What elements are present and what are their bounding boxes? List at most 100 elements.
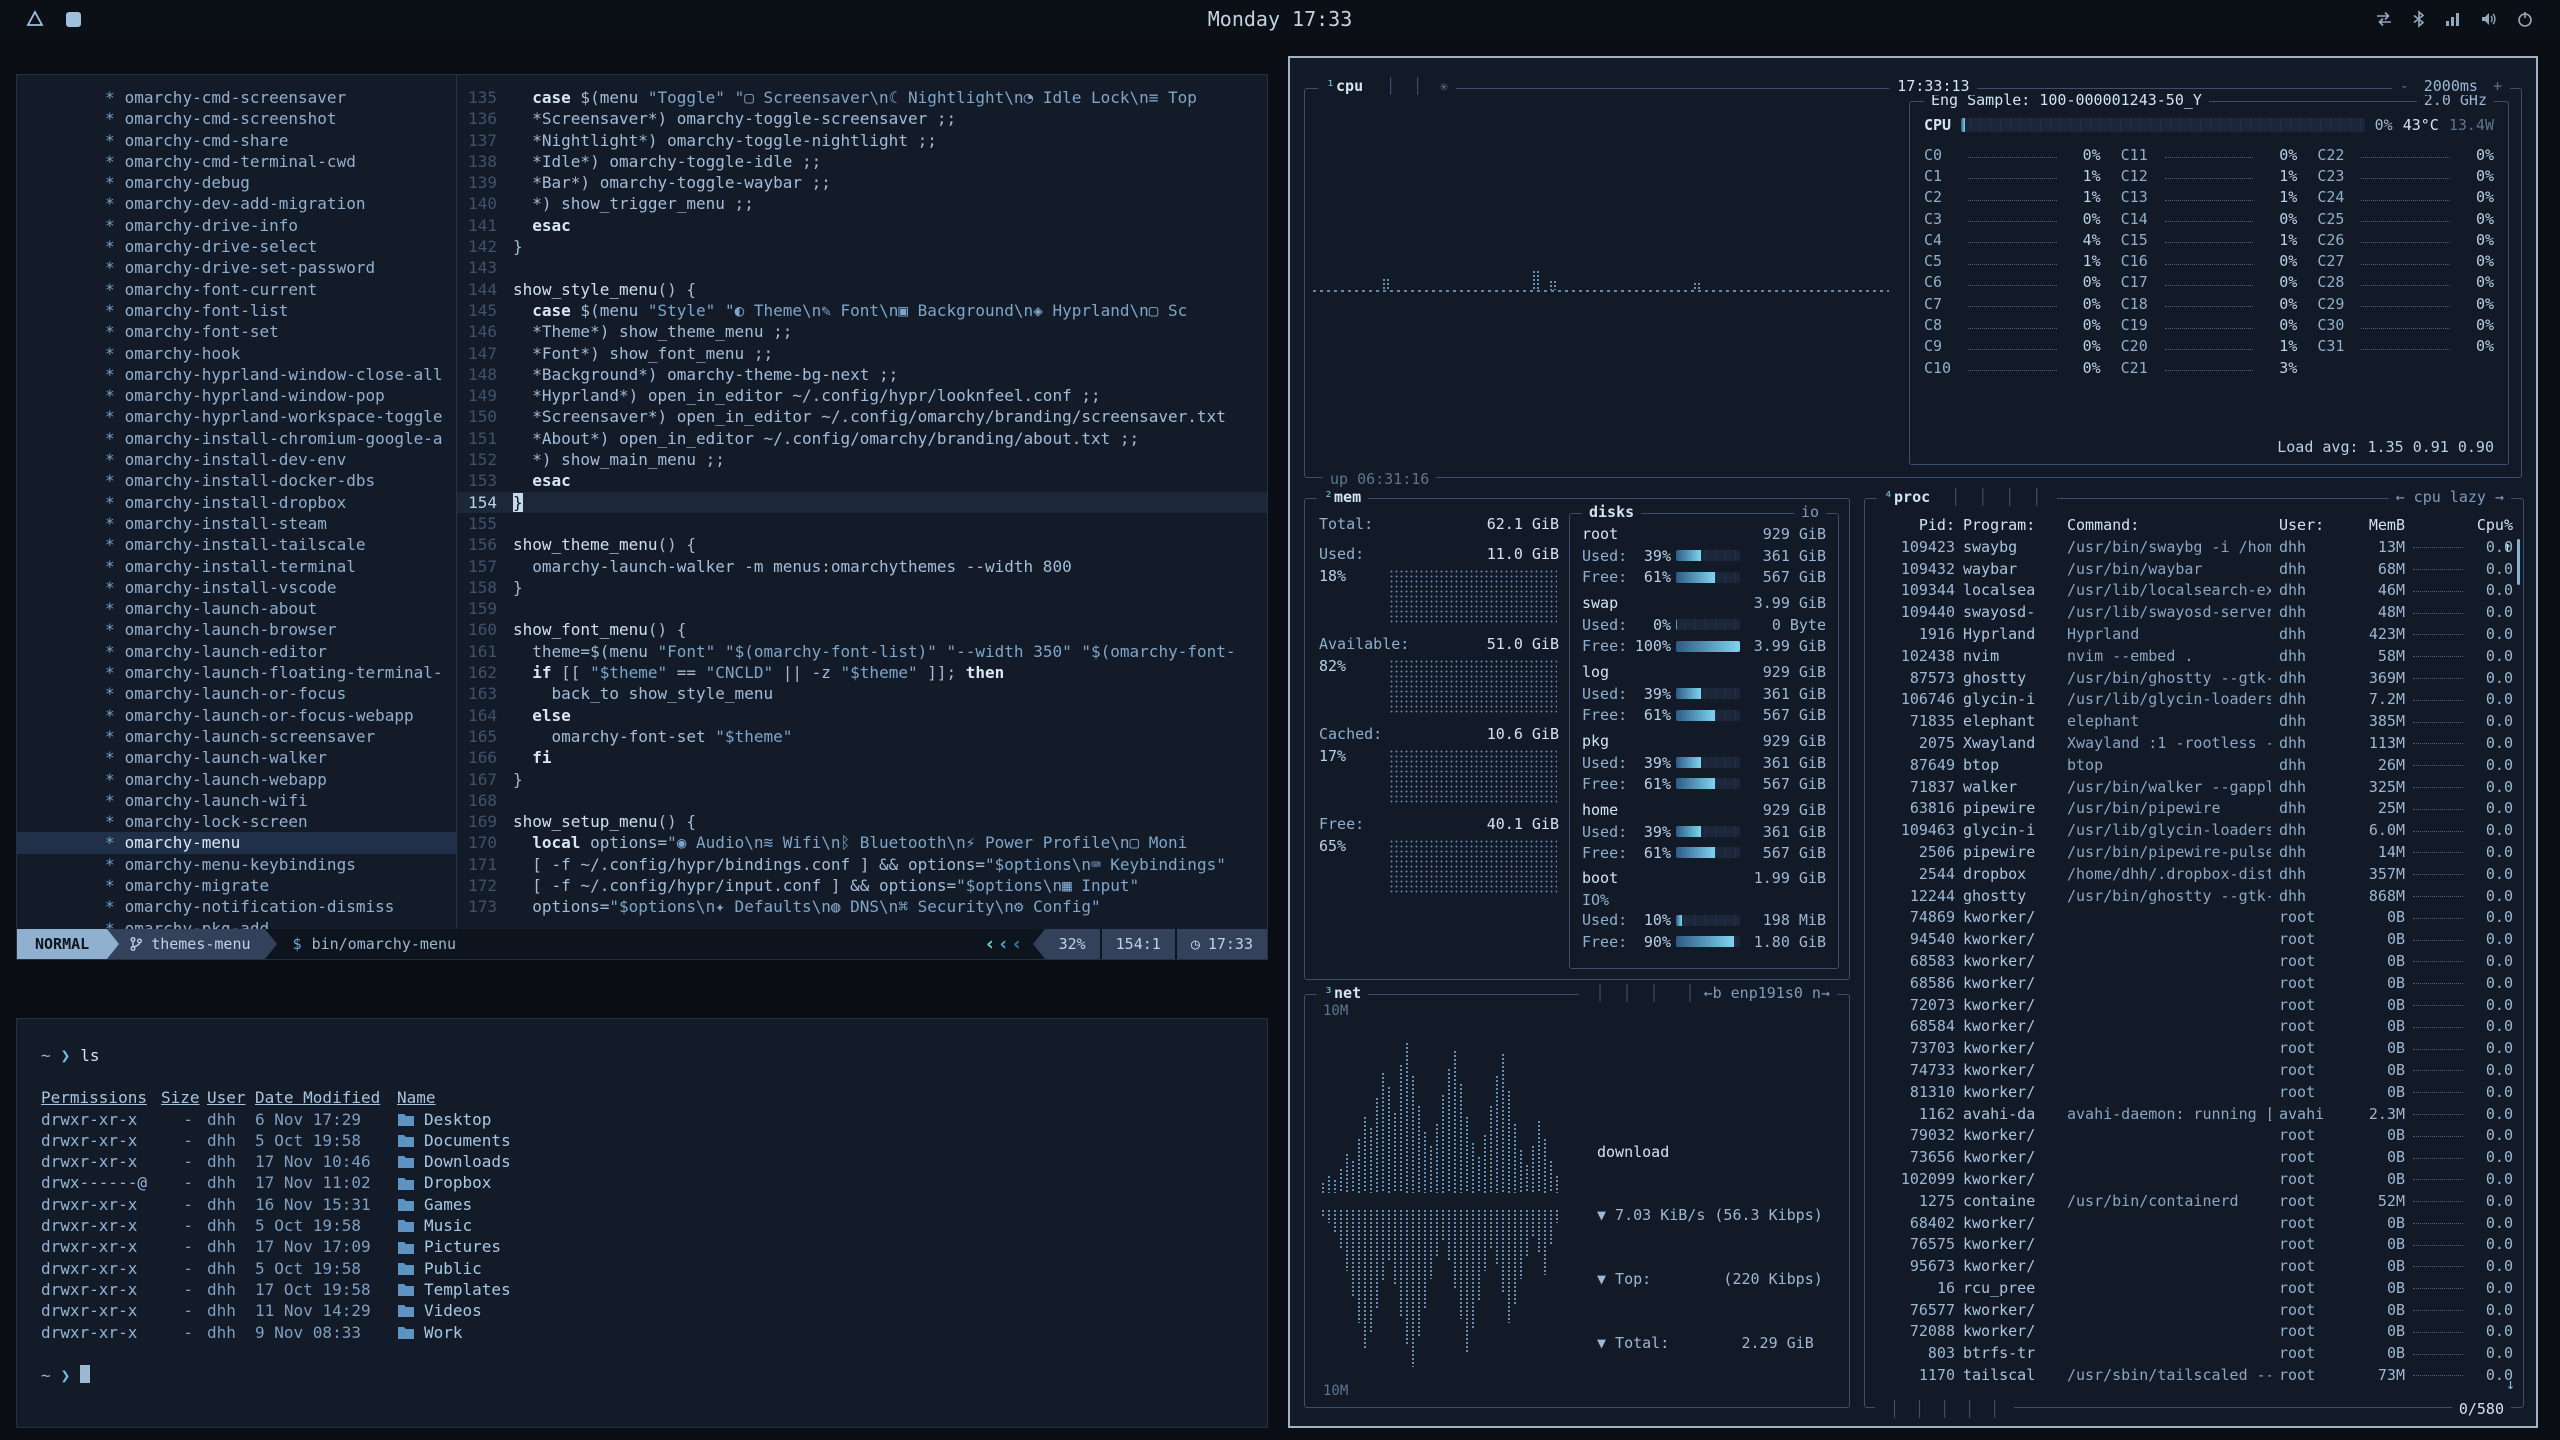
process-row[interactable]: 68402 kworker/ root 0B 0.0 [1877,1213,2513,1235]
net-interface-selector[interactable]: ←b enp191s0 n→ [1677,984,1830,1002]
network-bars-icon[interactable] [2444,10,2462,28]
file-item[interactable]: omarchy-cmd-terminal-cwd [17,151,456,172]
proc-scrollbar-thumb[interactable] [2517,539,2520,585]
process-row[interactable]: 68586 kworker/ root 0B 0.0 [1877,973,2513,995]
process-row[interactable]: 2075 Xwayland Xwayland :1 -rootless - dh… [1877,733,2513,755]
process-row[interactable]: 72088 kworker/ root 0B 0.0 [1877,1321,2513,1343]
proc-control-button[interactable] [1969,488,1996,506]
file-item[interactable]: omarchy-hyprland-workspace-toggle [17,406,456,427]
file-item[interactable]: omarchy-launch-editor [17,641,456,662]
disks-title[interactable]: disks [1582,503,1641,521]
process-row[interactable]: 1162 avahi-da avahi-daemon: running [ av… [1877,1104,2513,1126]
proc-sort-mode[interactable]: ← cpu lazy → [2389,488,2511,506]
process-row[interactable]: 109463 glycin-i /usr/lib/glycin-loaders … [1877,820,2513,842]
file-item[interactable]: omarchy-notification-dismiss [17,896,456,917]
proc-footer-key[interactable] [1982,1400,2007,1418]
process-row[interactable]: 81310 kworker/ root 0B 0.0 [1877,1082,2513,1104]
file-item[interactable]: omarchy-lock-screen [17,811,456,832]
file-item[interactable]: omarchy-cmd-screenshot [17,108,456,129]
process-row[interactable]: 74869 kworker/ root 0B 0.0 [1877,907,2513,929]
file-item[interactable]: omarchy-install-terminal [17,556,456,577]
power-icon[interactable] [2516,10,2534,28]
process-row[interactable]: 68583 kworker/ root 0B 0.0 [1877,951,2513,973]
process-row[interactable]: 106746 glycin-i /usr/lib/glycin-loaders … [1877,689,2513,711]
process-row[interactable]: 94540 kworker/ root 0B 0.0 [1877,929,2513,951]
file-item[interactable]: omarchy-launch-browser [17,619,456,640]
code-editor[interactable]: 135 case $(menu "Toggle" "▢ Screensaver\… [457,75,1267,929]
file-item[interactable]: omarchy-font-current [17,279,456,300]
file-item[interactable]: omarchy-hook [17,343,456,364]
proc-footer-key[interactable] [1907,1400,1932,1418]
process-row[interactable]: 102099 kworker/ root 0B 0.0 [1877,1169,2513,1191]
proc-footer-key[interactable] [1882,1400,1907,1418]
process-row[interactable]: 1916 Hyprland Hyprland dhh 423M 0.0 [1877,624,2513,646]
file-item[interactable]: omarchy-launch-screensaver [17,726,456,747]
file-item[interactable]: omarchy-launch-floating-terminal- [17,662,456,683]
file-item[interactable]: omarchy-launch-walker [17,747,456,768]
file-item[interactable]: omarchy-dev-add-migration [17,193,456,214]
process-row[interactable]: 73656 kworker/ root 0B 0.0 [1877,1147,2513,1169]
proc-control-button[interactable] [1942,488,1969,506]
file-item[interactable]: omarchy-install-dropbox [17,492,456,513]
file-item[interactable]: omarchy-launch-wifi [17,790,456,811]
process-row[interactable]: 68584 kworker/ root 0B 0.0 [1877,1016,2513,1038]
process-row[interactable]: 76575 kworker/ root 0B 0.0 [1877,1234,2513,1256]
net-control-button[interactable] [1613,984,1640,1002]
process-row[interactable]: 72073 kworker/ root 0B 0.0 [1877,995,2513,1017]
process-row[interactable]: 2506 pipewire /usr/bin/pipewire-pulse dh… [1877,842,2513,864]
proc-footer-key[interactable] [1932,1400,1957,1418]
process-row[interactable]: 2544 dropbox /home/dhh/.dropbox-dist dhh… [1877,864,2513,886]
file-item[interactable]: omarchy-install-steam [17,513,456,534]
process-row[interactable]: 87573 ghostty /usr/bin/ghostty --gtk- dh… [1877,668,2513,690]
process-row[interactable]: 16 rcu_pree root 0B 0.0 [1877,1278,2513,1300]
file-item[interactable]: omarchy-launch-or-focus [17,683,456,704]
file-item[interactable]: omarchy-launch-about [17,598,456,619]
file-item[interactable]: omarchy-install-tailscale [17,534,456,555]
process-row[interactable]: 102438 nvim nvim --embed . dhh 58M 0.0 [1877,646,2513,668]
interval-decrease[interactable]: - [2400,77,2409,95]
btop-menu-button[interactable] [1404,77,1431,95]
file-item[interactable]: omarchy-install-dev-env [17,449,456,470]
process-row[interactable]: 71835 elephant elephant dhh 385M 0.0 [1877,711,2513,733]
current-prompt-line[interactable]: ~ ❯ [41,1365,1267,1386]
scroll-down-icon[interactable]: ↓ [2506,1375,2515,1393]
process-row[interactable]: 74733 kworker/ root 0B 0.0 [1877,1060,2513,1082]
process-row[interactable]: 76577 kworker/ root 0B 0.0 [1877,1300,2513,1322]
interval-increase[interactable]: + [2493,77,2502,95]
file-item[interactable]: omarchy-menu-keybindings [17,854,456,875]
omarchy-logo-icon[interactable] [26,10,44,28]
file-item[interactable]: omarchy-migrate [17,875,456,896]
workspace-active-indicator[interactable] [66,12,81,27]
file-item[interactable]: omarchy-drive-select [17,236,456,257]
process-row[interactable]: 95673 kworker/ root 0B 0.0 [1877,1256,2513,1278]
file-item[interactable]: omarchy-cmd-screensaver [17,87,456,108]
process-row[interactable]: 12244 ghostty /usr/bin/ghostty --gtk- dh… [1877,886,2513,908]
process-row[interactable]: 109344 localsea /usr/lib/localsearch-ex … [1877,580,2513,602]
file-item[interactable]: omarchy-drive-set-password [17,257,456,278]
process-row[interactable]: 1275 containe /usr/bin/containerd root 5… [1877,1191,2513,1213]
file-item[interactable]: omarchy-font-set [17,321,456,342]
volume-icon[interactable] [2480,10,2498,28]
file-tree[interactable]: omarchy-cmd-screensaver omarchy-cmd-scre… [17,75,457,929]
proc-footer-key[interactable] [1957,1400,1982,1418]
net-control-button[interactable] [1586,984,1613,1002]
proc-control-button[interactable] [1996,488,2023,506]
screen-share-icon[interactable] [2374,10,2394,28]
btop-menu-button[interactable] [1377,77,1404,95]
file-item[interactable]: omarchy-hyprland-window-pop [17,385,456,406]
file-item[interactable]: omarchy-launch-or-focus-webapp [17,705,456,726]
process-row[interactable]: 109440 swayosd- /usr/lib/swayosd-server … [1877,602,2513,624]
file-item[interactable]: omarchy-cmd-share [17,130,456,151]
process-row[interactable]: 73703 kworker/ root 0B 0.0 [1877,1038,2513,1060]
process-row[interactable]: 1170 tailscal /usr/sbin/tailscaled -- ro… [1877,1365,2513,1387]
process-row[interactable]: 803 btrfs-tr root 0B 0.0 [1877,1343,2513,1365]
process-row[interactable]: 71837 walker /usr/bin/walker --gappl dhh… [1877,777,2513,799]
process-row[interactable]: 109432 waybar /usr/bin/waybar dhh 68M 0.… [1877,559,2513,581]
bluetooth-icon[interactable] [2412,10,2426,28]
process-row[interactable]: 63816 pipewire /usr/bin/pipewire dhh 25M… [1877,798,2513,820]
file-item[interactable]: omarchy-drive-info [17,215,456,236]
process-row[interactable]: 79032 kworker/ root 0B 0.0 [1877,1125,2513,1147]
file-item[interactable]: omarchy-launch-webapp [17,769,456,790]
file-item[interactable]: omarchy-font-list [17,300,456,321]
proc-control-button[interactable] [2023,488,2050,506]
